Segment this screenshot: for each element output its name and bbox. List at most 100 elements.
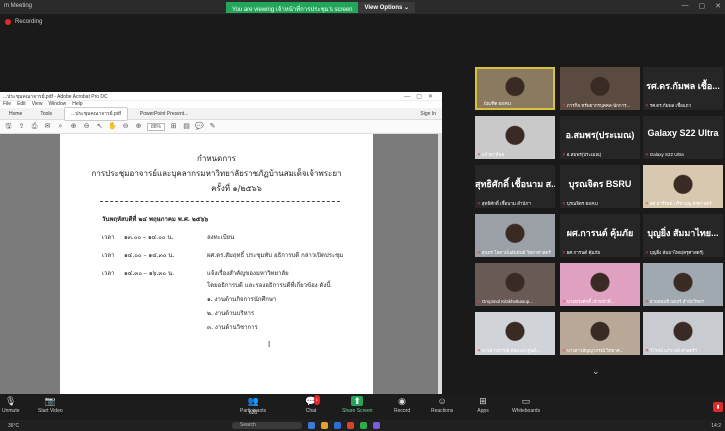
apps-icon: ⊞ xyxy=(479,396,487,406)
muted-mic-icon: ✕ xyxy=(562,201,566,206)
participant-tile[interactable]: รศ.ดร.กัมพล เชื้อ... ✕รศ.ดร.กัมพล เชื้อแถ… xyxy=(643,67,723,110)
sign-in-link[interactable]: Sign In xyxy=(420,111,436,117)
hand-icon[interactable]: ✋ xyxy=(108,122,117,131)
participant-tile[interactable]: บุญยิ่ง สัมมาไทย... ✕บุญยิ่ง สัมมาไทย(ครุ… xyxy=(643,214,723,257)
fit-icon[interactable]: ⊞ xyxy=(169,122,178,131)
maximize-icon[interactable]: ▢ xyxy=(699,2,706,10)
zoom-level[interactable]: 88% xyxy=(147,122,166,131)
app-icon[interactable] xyxy=(321,422,328,429)
whiteboards-button[interactable]: ▭ Whiteboards xyxy=(512,396,540,414)
pen-icon[interactable]: ✎ xyxy=(208,122,217,131)
zoom-out-icon[interactable]: ⊖ xyxy=(121,122,130,131)
participant-name: นายทรงศักดิ์ เจ้าหน้าที่... xyxy=(566,299,615,304)
save-icon[interactable]: 🖫 xyxy=(4,122,13,131)
app-icon[interactable] xyxy=(334,422,341,429)
participant-tile[interactable]: ✕นายทรงศักดิ์ เจ้าหน้าที่... xyxy=(560,263,640,306)
taskbar-apps xyxy=(308,422,380,429)
participant-tile[interactable]: ✕แก้วตาห์นล xyxy=(475,116,555,159)
tab-tools[interactable]: Tools xyxy=(34,109,58,119)
participant-tile[interactable]: ✕ภารกิจ ทรัพยากรบุคคล-นักการ... xyxy=(560,67,640,110)
participant-name-label: ✕อ.สมพร(ประเมณ) xyxy=(562,151,601,158)
participant-name-label: ✕นายทรงศักดิ์ เจ้าหน้าที่... xyxy=(562,298,614,305)
record-button[interactable]: ◉ Record xyxy=(394,396,410,414)
tab-document[interactable]: ...ประชุมคณาจารย์.pdf xyxy=(64,106,128,121)
participant-tile[interactable]: ✕บัณฑิต BSRU xyxy=(475,67,555,110)
participant-tile[interactable]: ✕นางสาวจารุณี ทองแสง ศูนย์... xyxy=(475,312,555,355)
share-screen-button[interactable]: ⬆ Share Screen xyxy=(342,396,373,414)
participant-name-label: ✕นางสาวจารุณี ทองแสง ศูนย์... xyxy=(477,347,540,354)
participant-name-label: ✕Ornpimol Kittikhetkasup... xyxy=(477,299,533,305)
doc-date: วันพฤหัสบดีที่ ๒๔ พฤษภาคม พ.ศ. ๒๕๖๖ xyxy=(102,216,209,223)
minimize-icon[interactable]: — xyxy=(682,2,689,10)
view-options-button[interactable]: View Options ⌄ xyxy=(358,2,416,13)
participant-name-label: ✕ภารกิจ ทรัพยากรบุคคล-นักการ... xyxy=(562,102,630,109)
text-cursor-icon: I xyxy=(268,340,271,349)
shared-screen: ...ประชุมคณาจารย์.pdf - Adobe Acrobat Pr… xyxy=(0,92,442,394)
apps-button[interactable]: ⊞ Apps xyxy=(477,396,489,414)
app-icon[interactable] xyxy=(347,422,354,429)
title-bar: m Meeting You are viewing เจ้าหน้าที่การ… xyxy=(0,0,725,14)
participant-tile[interactable]: ผศ.การนต์ คุ้มภัย ✕ผศ.การนต์ คุ้มภัย xyxy=(560,214,640,257)
menu-file[interactable]: File xyxy=(3,101,11,108)
app-icon[interactable] xyxy=(308,422,315,429)
document-scrollbar[interactable] xyxy=(438,134,442,394)
collapse-gallery-icon[interactable]: ⌄ xyxy=(592,366,600,377)
menu-edit[interactable]: Edit xyxy=(17,101,26,108)
chat-button[interactable]: 💬 1 Chat xyxy=(305,395,320,414)
close-icon[interactable]: ✕ xyxy=(715,2,721,10)
participant-name-label: ✕นางสาวสัญญาภรณ์ วิทยาศ... xyxy=(562,347,623,354)
participant-tile[interactable]: ✕ฝ่ายคอมพิวเตอร์ สำนักวิทยฯ xyxy=(643,263,723,306)
participant-name: Galaxy S22 Ultra xyxy=(649,152,684,157)
participant-tile[interactable]: ✕ผศ.อารีรัตน์ ปรีชาบุญ ครุศาสตร์ xyxy=(643,165,723,208)
participant-tile[interactable]: สุทธิศักดิ์ เชื้อนาม ส... ✕สุทธิศักดิ์ เช… xyxy=(475,165,555,208)
microphone-icon: 🎙 xyxy=(5,396,17,406)
recording-indicator: Recording xyxy=(5,19,42,25)
tab-home[interactable]: Home xyxy=(3,109,28,119)
participant-display-name: ผศ.การนต์ คุ้มภัย xyxy=(566,228,634,238)
participant-name: ผศ.การนต์ คุ้มภัย xyxy=(566,250,601,255)
scroll-mode-icon[interactable]: ▤ xyxy=(182,122,191,131)
upload-icon[interactable]: ⇪ xyxy=(17,122,26,131)
participant-name-label: ✕วิโรจน์ แก้ววงษ์ ศาสตร์ฯ xyxy=(645,347,697,354)
chat-badge: 1 xyxy=(313,395,320,405)
comment-icon[interactable]: 💬 xyxy=(195,122,204,131)
select-icon[interactable]: ↖ xyxy=(95,122,104,131)
participant-tile[interactable]: ✕Ornpimol Kittikhetkasup... xyxy=(475,263,555,306)
menu-view[interactable]: View xyxy=(32,101,43,108)
zoom-in-icon[interactable]: ⊕ xyxy=(134,122,143,131)
participant-display-name: สุทธิศักดิ์ เชื้อนาม ส... xyxy=(475,179,555,189)
mute-button[interactable]: 🎙 Unmute xyxy=(2,396,20,414)
page-down-icon[interactable]: ⊖ xyxy=(82,122,91,131)
doc-divider xyxy=(100,201,340,202)
participant-name-label: ✕ผศ.การนต์ คุ้มภัย xyxy=(562,249,600,256)
print-icon[interactable]: ⎙ xyxy=(30,122,39,131)
page-up-icon[interactable]: ⊕ xyxy=(69,122,78,131)
participant-name: วิโรจน์ แก้ววงษ์ ศาสตร์ฯ xyxy=(649,348,698,353)
participant-tile[interactable]: บุรณจิตร BSRU ✕บุรณจิตร BSRU xyxy=(560,165,640,208)
participant-name: สุนทร โสดามั่นสัมพันธ์ วิทยาศาสตร์ xyxy=(481,250,551,255)
muted-mic-icon: ✕ xyxy=(477,299,481,304)
participant-name: บุรณจิตร BSRU xyxy=(566,201,598,206)
participants-button[interactable]: 👥 625 Participants xyxy=(240,396,266,416)
whiteboard-icon: ▭ xyxy=(521,396,531,406)
document-page: กำหนดการ การประชุมอาจารย์และบุคลากรมหาวิ… xyxy=(60,134,373,394)
mail-icon[interactable]: ✉ xyxy=(43,122,52,131)
start-video-button[interactable]: 📷 Start Video xyxy=(38,396,63,414)
participant-tile[interactable]: ✕สุนทร โสดามั่นสัมพันธ์ วิทยาศาสตร์ xyxy=(475,214,555,257)
agenda-item: ๓. งานด้านวิชาการ xyxy=(207,324,258,331)
tab-powerpoint[interactable]: PowerPoint Present... xyxy=(134,109,194,119)
end-meeting-button[interactable]: ▮ xyxy=(713,402,723,412)
muted-mic-icon: ✕ xyxy=(477,201,481,206)
muted-mic-icon: ✕ xyxy=(645,299,649,304)
participant-tile[interactable]: ✕นางสาวสัญญาภรณ์ วิทยาศ... xyxy=(560,312,640,355)
participant-tile[interactable]: Galaxy S22 Ultra ✕Galaxy S22 Ultra xyxy=(643,116,723,159)
muted-mic-icon: ✕ xyxy=(645,201,649,206)
reactions-button[interactable]: ☺ Reactions xyxy=(431,396,453,414)
app-icon[interactable] xyxy=(360,422,367,429)
participant-tile[interactable]: อ.สมพร(ประเมณ) ✕อ.สมพร(ประเมณ) xyxy=(560,116,640,159)
taskbar-search[interactable]: Search xyxy=(232,422,302,429)
participant-name-label: ✕รศ.ดร.กัมพล เชื้อแถว xyxy=(645,102,691,109)
participant-tile[interactable]: ✕วิโรจน์ แก้ววงษ์ ศาสตร์ฯ xyxy=(643,312,723,355)
search-icon[interactable]: ⌕ xyxy=(56,122,65,131)
app-icon[interactable] xyxy=(373,422,380,429)
